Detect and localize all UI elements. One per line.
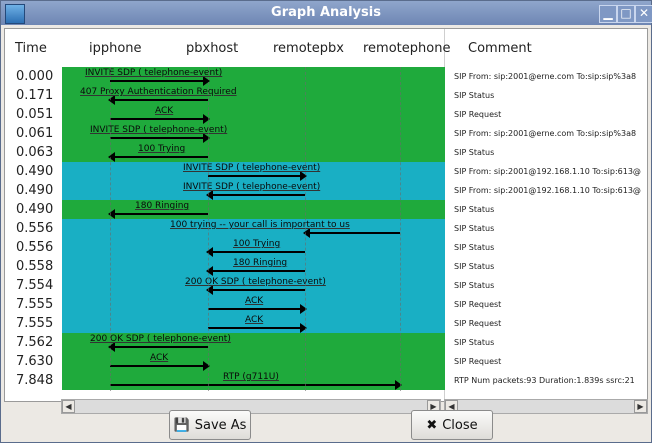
message-label: INVITE SDP ( telephone-event) (183, 163, 321, 173)
row-time: 7.554 (16, 278, 54, 293)
row-comment: SIP From: sip:2001@erne.com To:sip:sip%3… (454, 129, 637, 138)
message-label: 407 Proxy Authentication Required (80, 87, 237, 97)
graph-analysis-window: Graph Analysis ▁ □ ✕ Time ipphone pbxhos… (0, 0, 652, 443)
message-arrow (206, 247, 305, 257)
minimize-button[interactable]: ▁ (599, 5, 617, 23)
host-line-remotephone (400, 67, 401, 391)
message-label: INVITE SDP ( telephone-event) (183, 182, 321, 192)
message-arrow (208, 304, 307, 314)
row-time: 7.562 (16, 335, 54, 350)
row-time: 0.558 (16, 259, 54, 274)
message-arrow (108, 209, 208, 219)
scroll-left-button[interactable]: ◀ (62, 400, 75, 413)
graph-panel: Time ipphone pbxhost remotepbx remotepho… (4, 28, 648, 402)
message-arrow (110, 361, 210, 371)
message-arrow (108, 95, 208, 105)
row-time: 0.490 (16, 164, 54, 179)
row-time: 0.556 (16, 240, 54, 255)
row-comment: SIP Request (454, 357, 502, 366)
maximize-button[interactable]: □ (617, 5, 635, 23)
message-label: INVITE SDP ( telephone-event) (85, 68, 223, 78)
flow-row-band[interactable] (62, 200, 445, 219)
row-time: 0.063 (16, 145, 54, 160)
message-arrow (110, 76, 210, 86)
window-title: Graph Analysis (271, 5, 381, 20)
close-window-button[interactable]: ✕ (635, 5, 652, 23)
close-button[interactable]: ✖ Close (411, 410, 493, 440)
host-line-ipphone (110, 67, 111, 391)
row-time: 0.000 (16, 69, 54, 84)
row-time: 7.630 (16, 354, 54, 369)
time-column-header: Time (15, 41, 47, 56)
message-arrow (206, 266, 305, 276)
message-label: 180 Ringing (135, 201, 190, 211)
row-comment: SIP Status (454, 148, 495, 157)
row-comment: SIP From: sip:2001@erne.com To:sip:sip%3… (454, 72, 637, 81)
row-time: 0.051 (16, 107, 54, 122)
message-arrow (208, 171, 307, 181)
row-time: 7.555 (16, 316, 54, 331)
row-comment: SIP Status (454, 91, 495, 100)
message-label: 100 Trying (233, 239, 281, 249)
save-icon: 💾 (173, 417, 190, 433)
row-time: 0.490 (16, 202, 54, 217)
save-as-label: Save As (194, 417, 247, 433)
message-arrow (110, 380, 402, 390)
row-time: 0.556 (16, 221, 54, 236)
row-comment: SIP Request (454, 110, 502, 119)
row-time: 7.555 (16, 297, 54, 312)
host-line-remotepbx (305, 67, 306, 391)
message-label: 180 Ringing (233, 258, 288, 268)
message-arrow (303, 228, 400, 238)
row-comment: RTP Num packets:93 Duration:1.839s ssrc:… (454, 376, 635, 385)
host-header-pbxhost: pbxhost (186, 41, 239, 56)
row-comment: SIP Status (454, 243, 495, 252)
row-comment: SIP Request (454, 300, 502, 309)
close-label: Close (442, 417, 478, 433)
host-line-pbxhost (208, 67, 209, 391)
title-bar[interactable]: Graph Analysis ▁ □ ✕ (1, 1, 652, 25)
row-comment: SIP Request (454, 319, 502, 328)
message-label: 200 OK SDP ( telephone-event) (90, 334, 231, 344)
row-time: 0.061 (16, 126, 54, 141)
message-arrow (108, 152, 208, 162)
row-comment: SIP Status (454, 281, 495, 290)
message-label: 100 trying -- your call is important to … (170, 220, 350, 230)
host-header-ipphone: ipphone (89, 41, 142, 56)
row-comment: SIP From: sip:2001@192.168.1.10 To:sip:6… (454, 186, 641, 195)
row-comment: SIP Status (454, 262, 495, 271)
row-time: 7.848 (16, 373, 54, 388)
message-arrow (208, 323, 307, 333)
host-header-remotephone: remotephone (363, 41, 451, 56)
comment-scroll-right-button[interactable]: ▶ (634, 400, 647, 413)
message-arrow (206, 285, 305, 295)
message-label: ACK (150, 353, 169, 363)
message-arrow (110, 133, 210, 143)
message-arrow (108, 342, 208, 352)
flow-row-band[interactable] (62, 143, 445, 162)
flow-row-band[interactable] (62, 105, 445, 124)
row-comment: SIP From: sip:2001@192.168.1.10 To:sip:6… (454, 167, 641, 176)
message-label: 100 Trying (138, 144, 186, 154)
row-comment: SIP Status (454, 205, 495, 214)
row-comment: SIP Status (454, 224, 495, 233)
message-label: ACK (245, 315, 264, 325)
message-label: ACK (155, 106, 174, 116)
graph-scrollbar[interactable]: ◀ ▶ (61, 399, 441, 414)
close-icon: ✖ (426, 417, 438, 433)
message-label: ACK (245, 296, 264, 306)
message-arrow (206, 190, 305, 200)
flow-row-band[interactable] (62, 352, 445, 371)
host-header-remotepbx: remotepbx (273, 41, 344, 56)
row-comment: SIP Status (454, 338, 495, 347)
row-time: 0.490 (16, 183, 54, 198)
comment-column-header: Comment (468, 41, 532, 56)
save-as-button[interactable]: 💾 Save As (169, 410, 251, 440)
message-label: RTP (g711U) (223, 372, 279, 382)
row-time: 0.171 (16, 88, 54, 103)
message-arrow (110, 114, 210, 124)
